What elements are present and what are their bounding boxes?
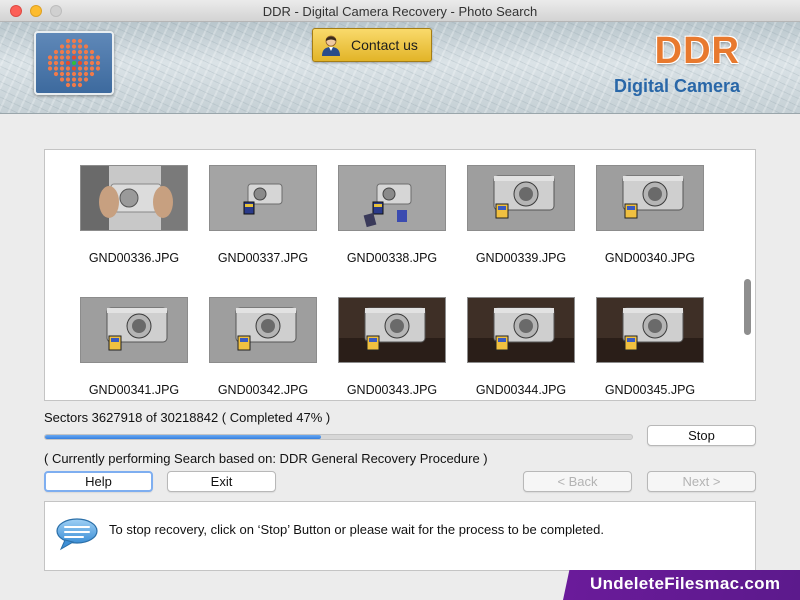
photo-thumbnail-item[interactable]: GND00343.JPG <box>337 297 447 407</box>
photo-thumbnail-image <box>210 166 316 230</box>
photo-thumbnail[interactable] <box>80 297 188 363</box>
photo-thumbnail[interactable] <box>209 165 317 231</box>
photo-filename: GND00343.JPG <box>346 383 438 397</box>
recovery-progress-bar <box>44 434 633 440</box>
photo-thumbnail-item[interactable]: GND00339.JPG <box>466 165 576 275</box>
photo-thumbnail-item[interactable]: GND00340.JPG <box>595 165 705 275</box>
header-banner: Contact us DDR Digital Camera <box>0 22 800 114</box>
stop-button[interactable]: Stop <box>647 425 756 446</box>
exit-button[interactable]: Exit <box>167 471 276 492</box>
app-logo <box>34 31 114 95</box>
photo-filename: GND00342.JPG <box>217 383 309 397</box>
recovered-photos-panel[interactable]: GND00336.JPG GND00337.JPG GND00338.JPG GND0… <box>44 149 756 401</box>
title-bar: DDR - Digital Camera Recovery - Photo Se… <box>0 0 800 22</box>
thumbnail-grid: GND00336.JPG GND00337.JPG GND00338.JPG GND0… <box>45 150 735 400</box>
photo-thumbnail-image <box>339 166 445 230</box>
photo-filename: GND00340.JPG <box>604 251 696 265</box>
photo-thumbnail-item[interactable]: GND00337.JPG <box>208 165 318 275</box>
photo-thumbnail-image <box>468 298 574 362</box>
photo-thumbnail[interactable] <box>80 165 188 231</box>
person-icon <box>322 35 340 56</box>
scroll-track[interactable] <box>743 152 753 398</box>
photo-filename: GND00341.JPG <box>88 383 180 397</box>
photo-thumbnail-item[interactable]: GND00336.JPG <box>79 165 189 275</box>
photo-filename: GND00339.JPG <box>475 251 567 265</box>
contact-us-label: Contact us <box>351 37 418 53</box>
photo-thumbnail-image <box>597 298 703 362</box>
photo-thumbnail-image <box>597 166 703 230</box>
photo-thumbnail[interactable] <box>338 297 446 363</box>
photo-filename: GND00336.JPG <box>88 251 180 265</box>
photo-filename: GND00338.JPG <box>346 251 438 265</box>
brand-subtitle: Digital Camera <box>613 76 740 96</box>
progress-fill <box>45 435 321 439</box>
procedure-status-text: ( Currently performing Search based on: … <box>44 451 488 466</box>
photo-thumbnail-image <box>210 298 316 362</box>
photo-thumbnail-image <box>468 166 574 230</box>
photo-filename: GND00344.JPG <box>475 383 567 397</box>
photo-thumbnail[interactable] <box>338 165 446 231</box>
help-button[interactable]: Help <box>44 471 153 492</box>
watermark-text: UndeleteFilesmac.com <box>590 574 781 593</box>
photo-thumbnail[interactable] <box>209 297 317 363</box>
photo-thumbnail[interactable] <box>467 297 575 363</box>
contact-us-button[interactable]: Contact us <box>312 28 432 62</box>
photo-thumbnail-item[interactable]: GND00344.JPG <box>466 297 576 407</box>
photo-thumbnail-item[interactable]: GND00338.JPG <box>337 165 447 275</box>
back-button[interactable]: < Back <box>523 471 632 492</box>
photo-filename: GND00337.JPG <box>217 251 309 265</box>
photo-thumbnail-image <box>339 298 445 362</box>
photo-thumbnail[interactable] <box>596 297 704 363</box>
speech-bubble-icon <box>56 518 98 551</box>
dotted-diamond-logo-icon <box>47 38 101 88</box>
next-button[interactable]: Next > <box>647 471 756 492</box>
brand-title: DDR <box>654 30 740 72</box>
sectors-status-text: Sectors 3627918 of 30218842 ( Completed … <box>44 410 331 425</box>
photo-thumbnail-item[interactable]: GND00342.JPG <box>208 297 318 407</box>
info-message-box: To stop recovery, click on ‘Stop’ Button… <box>44 501 756 571</box>
photo-thumbnail-item[interactable]: GND00341.JPG <box>79 297 189 407</box>
photo-thumbnail[interactable] <box>596 165 704 231</box>
photo-filename: GND00345.JPG <box>604 383 696 397</box>
window-title: DDR - Digital Camera Recovery - Photo Se… <box>262 4 538 19</box>
photo-thumbnail-image <box>81 166 187 230</box>
info-message-text: To stop recovery, click on ‘Stop’ Button… <box>109 522 604 537</box>
photo-thumbnail[interactable] <box>467 165 575 231</box>
photo-thumbnail-item[interactable]: GND00345.JPG <box>595 297 705 407</box>
vertical-scrollbar-thumb[interactable] <box>744 279 751 335</box>
photo-thumbnail-image <box>81 298 187 362</box>
